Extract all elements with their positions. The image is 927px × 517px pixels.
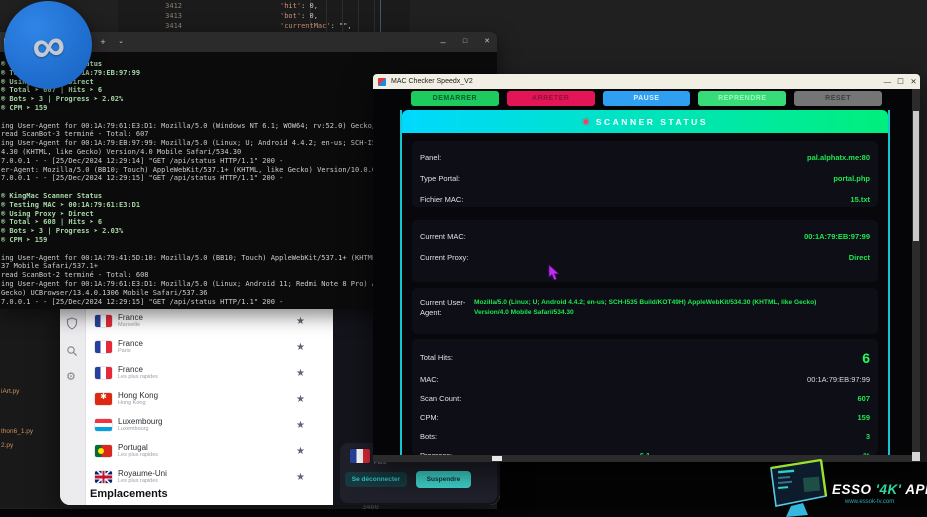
code-line: 3414 'currentMac': "", (118, 21, 410, 31)
mouse-cursor (548, 264, 561, 282)
desktop: 3412 'hit': 0, 3413 'bot': 0, 3414 'curr… (0, 0, 927, 517)
server-row[interactable]: Royaume-UniLes plus rapides ★ (86, 464, 333, 490)
current-proxy-value: Direct (849, 253, 870, 262)
suspend-button[interactable]: Suspendre (416, 471, 471, 488)
file-name-fragment: thon6_1.py (1, 428, 33, 435)
window-title: MAC Checker Speedx_V2 (391, 78, 881, 85)
pause-button[interactable]: PAUSE (603, 91, 691, 106)
favorite-star-icon[interactable]: ★ (296, 368, 305, 379)
new-tab-button[interactable]: + (96, 32, 110, 52)
minimize-button[interactable]: – (436, 32, 450, 52)
close-button[interactable]: ✕ (907, 77, 920, 86)
flag-france-icon (95, 341, 112, 353)
total-hits-value: 6 (862, 350, 870, 366)
file-name-fragment: 2.py (1, 442, 13, 449)
chevron-down-icon[interactable]: ⌄ (114, 32, 128, 52)
brand-logo: ∞ (4, 1, 92, 89)
resume-button[interactable]: REPRENDRE (698, 91, 786, 106)
start-button[interactable]: DEMARRER (411, 91, 499, 106)
vertical-scrollbar[interactable] (912, 89, 920, 462)
server-row[interactable]: PortugalLes plus rapides ★ (86, 438, 333, 464)
scanner-status-panel: ◉ SCANNER STATUS Panel:pal.alphatx.me:80… (400, 110, 890, 455)
mac-checker-window: MAC Checker Speedx_V2 — ☐ ✕ DEMARRER ARR… (373, 74, 920, 462)
control-buttons-row: DEMARRER ARRETER PAUSE REPRENDRE RESET (411, 91, 882, 106)
esso-title: ESSO '4K' APPS (832, 482, 927, 497)
server-row[interactable]: FranceLes plus rapides ★ (86, 360, 333, 386)
scan-count-value: 607 (857, 394, 870, 403)
current-box: Current MAC:00:1A:79:EB:97:99 Current Pr… (412, 220, 878, 282)
vpn-sidebar: ⚙ (60, 300, 86, 505)
favorite-star-icon[interactable]: ★ (296, 472, 305, 483)
user-agent-value: Mozilla/5.0 (Linux; U; Android 4.4.2; en… (474, 298, 870, 318)
gear-icon[interactable]: ⚙ (66, 370, 76, 383)
maximize-button[interactable]: ☐ (894, 77, 907, 86)
esso-branding: ESSO '4K' APPS www.essok-tv.com (755, 450, 927, 517)
file-name-fragment: iArt.py (1, 388, 19, 395)
portal-value: portal.php (833, 174, 870, 183)
current-mac-value: 00:1A:79:EB:97:99 (804, 232, 870, 241)
cpm-value: 159 (857, 413, 870, 422)
mac-value: 00:1A:79:EB:97:99 (807, 375, 870, 384)
flag-france-icon (350, 449, 370, 463)
code-line: 3413 'bot': 0, (118, 11, 410, 21)
locations-heading: Emplacements (90, 488, 168, 500)
user-agent-box: Current User-Agent: Mozilla/5.0 (Linux; … (412, 288, 878, 334)
favorite-star-icon[interactable]: ★ (296, 446, 305, 457)
flag-france-icon (95, 315, 112, 327)
favorite-star-icon[interactable]: ★ (296, 316, 305, 327)
scrollbar-thumb[interactable] (492, 456, 502, 461)
search-icon[interactable] (66, 345, 78, 357)
code-editor-strip: 3412 'hit': 0, 3413 'bot': 0, 3414 'curr… (118, 0, 410, 32)
bots-value: 3 (866, 432, 870, 441)
server-row[interactable]: LuxembourgLuxembourg ★ (86, 412, 333, 438)
window-icon (378, 78, 386, 86)
code-line: 3412 'hit': 0, (118, 1, 410, 11)
server-row[interactable]: Hong KongHong Kong ★ (86, 386, 333, 412)
vpn-server-list: FranceMarseille ★ FranceParis ★ FranceLe… (86, 300, 333, 505)
panel-value: pal.alphatx.me:80 (807, 153, 870, 162)
scanner-status-header: ◉ SCANNER STATUS (402, 110, 888, 133)
minimize-button[interactable]: — (881, 77, 894, 86)
close-button[interactable]: ✕ (480, 32, 494, 52)
shield-icon[interactable] (66, 317, 78, 330)
favorite-star-icon[interactable]: ★ (296, 342, 305, 353)
esso-url: www.essok-tv.com (845, 499, 894, 505)
flag-hongkong-icon (95, 393, 112, 405)
reset-button[interactable]: RESET (794, 91, 882, 106)
favorite-star-icon[interactable]: ★ (296, 420, 305, 431)
config-box: Panel:pal.alphatx.me:80 Type Portal:port… (412, 141, 878, 207)
server-row[interactable]: FranceParis ★ (86, 334, 333, 360)
mac-titlebar: MAC Checker Speedx_V2 — ☐ ✕ (373, 74, 920, 89)
maximize-button[interactable]: □ (458, 32, 472, 52)
stats-box: Total Hits:6 MAC:00:1A:79:EB:97:99 Scan … (412, 339, 878, 455)
flag-uk-icon (95, 471, 112, 483)
disconnect-button[interactable]: Se déconnecter (345, 472, 407, 487)
flag-france-icon (95, 367, 112, 379)
mac-file-value: 15.txt (850, 195, 870, 204)
monitor-icon (763, 456, 833, 517)
target-icon: ◉ (582, 116, 590, 127)
file-explorer-fragment: iArt.py thon6_1.py 2.py (0, 300, 60, 508)
flag-luxembourg-icon (95, 419, 112, 431)
stop-button[interactable]: ARRETER (507, 91, 595, 106)
server-row[interactable]: FranceMarseille ★ (86, 308, 333, 334)
infinity-icon: ∞ (28, 16, 68, 74)
flag-portugal-icon (95, 445, 112, 457)
scrollbar-thumb[interactable] (913, 111, 919, 241)
favorite-star-icon[interactable]: ★ (296, 394, 305, 405)
